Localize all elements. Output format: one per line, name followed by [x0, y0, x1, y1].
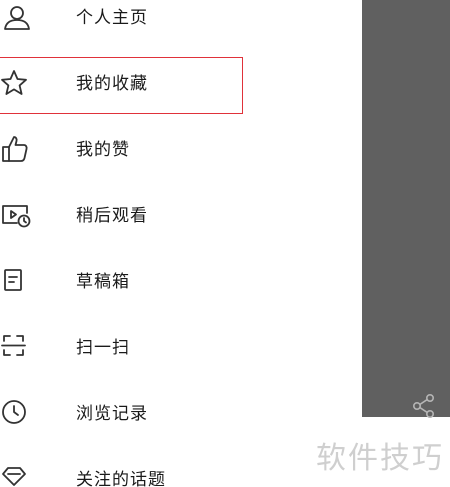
menu-item-followed-topics[interactable]: 关注的话题: [0, 450, 362, 487]
watch-later-icon: [0, 198, 36, 234]
topic-icon: [0, 462, 36, 487]
side-drawer-menu: 个人主页 我的收藏 我的赞 稍后观看 草稿箱 扫一扫 浏览记录 关注的话题: [0, 0, 362, 487]
menu-item-profile[interactable]: 个人主页: [0, 0, 362, 48]
menu-item-label: 我的收藏: [76, 74, 148, 94]
person-icon: [0, 0, 36, 36]
screen: 个人主页 我的收藏 我的赞 稍后观看 草稿箱 扫一扫 浏览记录 关注的话题 软件…: [0, 0, 450, 487]
menu-item-history[interactable]: 浏览记录: [0, 384, 362, 444]
menu-item-label: 扫一扫: [76, 338, 130, 358]
menu-item-label: 草稿箱: [76, 272, 130, 292]
star-icon: [0, 66, 36, 102]
menu-item-label: 稍后观看: [76, 206, 148, 226]
dimmed-content-overlay[interactable]: [362, 0, 450, 417]
clock-icon: [0, 396, 36, 432]
share-button[interactable]: [410, 392, 438, 420]
share-icon: [410, 392, 438, 420]
menu-item-likes[interactable]: 我的赞: [0, 120, 362, 180]
menu-item-favorites[interactable]: 我的收藏: [0, 54, 362, 114]
menu-item-label: 个人主页: [76, 8, 148, 28]
thumbs-up-icon: [0, 132, 36, 168]
drafts-icon: [0, 264, 36, 300]
scan-icon: [0, 330, 36, 366]
watermark-text: 软件技巧: [316, 441, 444, 476]
menu-item-label: 浏览记录: [76, 404, 148, 424]
menu-item-watch-later[interactable]: 稍后观看: [0, 186, 362, 246]
menu-item-scan[interactable]: 扫一扫: [0, 318, 362, 378]
menu-item-label: 关注的话题: [76, 470, 166, 487]
menu-item-drafts[interactable]: 草稿箱: [0, 252, 362, 312]
menu-item-label: 我的赞: [76, 140, 130, 160]
